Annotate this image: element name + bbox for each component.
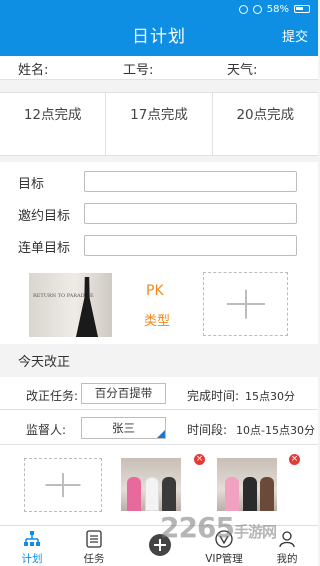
- weather-label: 天气:: [227, 63, 258, 78]
- info-row: 姓名: 工号: 天气:: [0, 56, 318, 80]
- alarm-icon: [252, 4, 262, 14]
- checkpoint-row: 12点完成 17点完成 20点完成: [0, 92, 318, 156]
- pk-type-label[interactable]: 类型: [144, 310, 170, 329]
- checkpoint-17[interactable]: 17点完成: [106, 93, 213, 155]
- page-title: 日计划: [132, 27, 186, 47]
- tab-tasks[interactable]: 任务: [64, 526, 124, 566]
- title-bar: 日计划 提交: [0, 18, 318, 56]
- user-icon: [279, 531, 295, 548]
- battery-icon: [294, 5, 310, 13]
- deal-target-label: 连单目标: [18, 241, 71, 256]
- location-icon: [238, 4, 248, 14]
- task-list-icon: [86, 530, 102, 548]
- photo-thumbnail[interactable]: [217, 458, 277, 511]
- tab-mine-label: 我的: [276, 553, 298, 565]
- period-label: 时间段:: [187, 423, 228, 437]
- deal-target-input[interactable]: [84, 235, 297, 256]
- period-value[interactable]: 10点-15点30分: [236, 422, 315, 438]
- supervisor-label: 监督人:: [26, 423, 67, 437]
- supervisor-value: 张三: [112, 421, 135, 435]
- model-figure: [76, 277, 98, 337]
- pk-label: PK: [146, 283, 164, 299]
- supervisor-row: 监督人: 张三 时间段: 10点-15点30分: [0, 410, 318, 445]
- dropdown-corner-icon: [157, 430, 165, 438]
- watermark-logo: 2265手游网: [160, 511, 277, 544]
- tab-tasks-label: 任务: [83, 553, 105, 565]
- photo-thumbnail[interactable]: [121, 458, 181, 511]
- target-label: 目标: [18, 177, 45, 192]
- supervisor-select[interactable]: 张三: [81, 417, 166, 439]
- checkpoint-20[interactable]: 20点完成: [213, 93, 318, 155]
- improve-section-title: 今天改正: [0, 349, 318, 377]
- add-photo-button[interactable]: [24, 458, 102, 512]
- task-label: 改正任务:: [26, 389, 79, 403]
- finish-time-label: 完成时间:: [187, 389, 240, 403]
- task-value-field[interactable]: 百分百提带: [81, 383, 166, 404]
- invite-target-input[interactable]: [84, 203, 297, 224]
- org-chart-icon: [24, 531, 40, 546]
- checkpoint-12[interactable]: 12点完成: [0, 93, 107, 155]
- invite-target-label: 邀约目标: [18, 209, 71, 224]
- tab-vip-label: VIP管理: [205, 553, 243, 565]
- battery-text: 58%: [266, 3, 289, 15]
- submit-button[interactable]: 提交: [282, 18, 308, 58]
- pk-photo[interactable]: RETURN TO PARADISE: [29, 273, 112, 337]
- tab-plan-label: 计划: [21, 553, 43, 565]
- name-label: 姓名:: [18, 63, 49, 78]
- delete-photo-icon[interactable]: ×: [194, 454, 205, 465]
- status-bar: 58%: [0, 0, 318, 18]
- finish-time-value[interactable]: 15点30分: [245, 388, 295, 404]
- improve-task-row: 改正任务: 百分百提带 完成时间: 15点30分: [0, 377, 318, 410]
- tab-plan[interactable]: 计划: [2, 526, 62, 566]
- employee-id-label: 工号:: [123, 63, 154, 78]
- add-pk-photo-button[interactable]: [203, 272, 288, 336]
- target-input[interactable]: [84, 171, 297, 192]
- delete-photo-icon[interactable]: ×: [289, 454, 300, 465]
